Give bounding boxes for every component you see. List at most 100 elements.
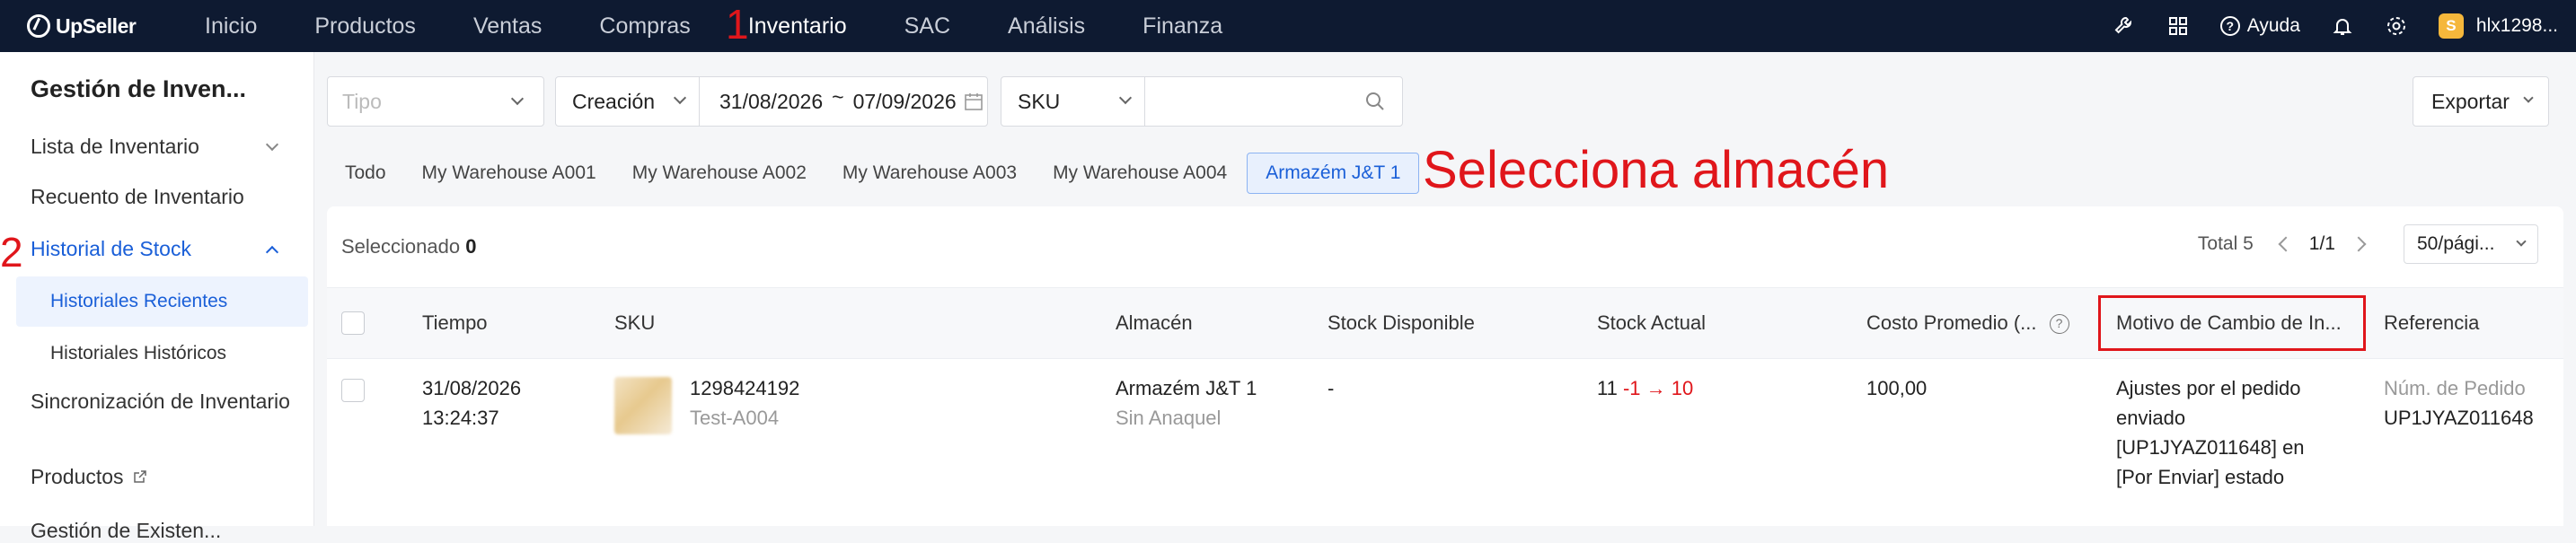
- search-input[interactable]: [1145, 76, 1364, 127]
- sidebar-item-lista-inventario[interactable]: Lista de Inventario: [31, 135, 300, 159]
- row-checkbox[interactable]: [341, 379, 365, 402]
- bell-icon[interactable]: [2331, 14, 2354, 38]
- header-stock-actual: Stock Actual: [1597, 311, 1707, 334]
- export-button[interactable]: Exportar: [2413, 76, 2549, 127]
- top-navigation-bar: UpSeller Inicio Productos Ventas Compras…: [0, 0, 2576, 52]
- header-almacen: Almacén: [1116, 311, 1193, 334]
- date-filter: Creación 31/08/2026 ~ 07/09/2026: [555, 76, 988, 127]
- sidebar-item-label: Productos: [31, 465, 124, 488]
- wrench-icon[interactable]: [2113, 14, 2136, 38]
- search-field-label: SKU: [1018, 89, 1061, 113]
- row-ref-label: Núm. de Pedido: [2384, 377, 2526, 399]
- sidebar: Gestión de Inven... Lista de Inventario …: [0, 52, 314, 542]
- nav-finanza[interactable]: Finanza: [1142, 13, 1222, 39]
- nav-analisis[interactable]: Análisis: [1008, 13, 1085, 39]
- sku-search: SKU: [1001, 76, 1403, 127]
- next-page-icon[interactable]: [2351, 236, 2367, 252]
- help-label: Ayuda: [2246, 15, 2300, 36]
- date-type-label: Creación: [572, 89, 656, 113]
- nav-ventas[interactable]: Ventas: [473, 13, 542, 39]
- export-label: Exportar: [2431, 89, 2510, 113]
- header-motivo-cambio: Motivo de Cambio de In...: [2116, 311, 2342, 334]
- nav-inventario[interactable]: Inventario: [748, 13, 847, 39]
- date-separator: ~: [832, 84, 844, 109]
- help-icon: ?: [2219, 16, 2240, 36]
- row-ref-value[interactable]: UP1JYAZ011648: [2384, 403, 2534, 433]
- sidebar-item-historiales-historicos[interactable]: Historiales Históricos: [16, 328, 308, 379]
- sidebar-title: Gestión de Inven...: [31, 75, 247, 102]
- row-motivo-line: [Por Enviar] estado: [2116, 466, 2285, 488]
- total-count: Total 5: [2197, 233, 2254, 254]
- external-link-icon: [134, 470, 146, 483]
- row-motivo-line: Ajustes por el pedido: [2116, 377, 2301, 399]
- row-motivo-line: enviado: [2116, 407, 2186, 429]
- header-referencia: Referencia: [2384, 311, 2480, 334]
- search-icon[interactable]: [1364, 91, 1386, 112]
- page-size-select[interactable]: 50/pági...: [2404, 224, 2538, 264]
- nav-sac[interactable]: SAC: [904, 13, 950, 39]
- row-stock-before: 11: [1597, 377, 1618, 399]
- chevron-down-icon: [265, 137, 279, 152]
- annotation-selecciona-almacen: Selecciona almacén: [1423, 141, 1890, 199]
- table-header: Tiempo SKU Almacén Stock Disponible Stoc…: [327, 287, 2563, 359]
- tipo-placeholder: Tipo: [342, 89, 382, 113]
- chevron-down-icon: [510, 92, 525, 106]
- question-icon[interactable]: ?: [2049, 314, 2069, 335]
- tab-warehouse-a001[interactable]: My Warehouse A001: [404, 153, 614, 194]
- tab-todo[interactable]: Todo: [327, 153, 404, 194]
- sidebar-item-historial-stock[interactable]: Historial de Stock: [31, 237, 300, 261]
- sidebar-item-gestion[interactable]: Gestión de Existen...: [31, 519, 221, 543]
- selected-summary: Seleccionado 0: [341, 235, 476, 258]
- row-date: 31/08/2026: [422, 377, 522, 399]
- row-time: 13:24:37: [422, 407, 499, 429]
- sidebar-item-label: Historial de Stock: [31, 237, 191, 260]
- sidebar-item-recuento[interactable]: Recuento de Inventario: [31, 185, 244, 209]
- sidebar-item-historiales-recientes[interactable]: Historiales Recientes: [16, 276, 308, 327]
- page-size-label: 50/pági...: [2417, 233, 2495, 254]
- gear-icon[interactable]: [2385, 14, 2408, 38]
- user-menu[interactable]: S hlx1298...: [2438, 13, 2558, 39]
- help-button[interactable]: ? Ayuda: [2219, 15, 2300, 37]
- topbar-right-tools: ? Ayuda S hlx1298...: [2113, 0, 2576, 52]
- sidebar-item-sincronizacion[interactable]: Sincronización de Inventario: [31, 390, 290, 414]
- select-all-checkbox[interactable]: [341, 311, 365, 335]
- row-stock-change: -1 → 10: [1622, 377, 1694, 399]
- stock-history-panel: Seleccionado 0 Total 5 1/1 50/pági... Ti…: [327, 206, 2563, 526]
- date-type-select[interactable]: Creación: [556, 76, 700, 127]
- tab-warehouse-a002[interactable]: My Warehouse A002: [614, 153, 825, 194]
- table-row: 31/08/2026 13:24:37 1298424192 Test-A004…: [327, 359, 2563, 526]
- row-sku-name: Test-A004: [690, 407, 780, 429]
- product-thumbnail[interactable]: [614, 377, 672, 434]
- upseller-logo[interactable]: UpSeller: [27, 14, 180, 39]
- row-motivo: Ajustes por el pedido enviado [UP1JYAZ01…: [2116, 373, 2305, 492]
- chevron-down-icon: [673, 91, 687, 105]
- selected-label: Seleccionado: [341, 235, 461, 258]
- search-field-select[interactable]: SKU: [1001, 76, 1145, 127]
- avatar: S: [2438, 13, 2464, 39]
- tipo-select[interactable]: Tipo: [327, 76, 544, 127]
- row-stock-disponible: -: [1328, 377, 1335, 399]
- page-indicator: 1/1: [2308, 233, 2335, 254]
- annotation-step-2: 2: [0, 229, 23, 276]
- tab-armazem-jt-1[interactable]: Armazém J&T 1: [1247, 153, 1420, 194]
- date-range-input[interactable]: 31/08/2026 ~ 07/09/2026: [700, 85, 984, 118]
- pagination: Total 5 1/1 50/pági...: [2198, 224, 2538, 264]
- row-sku-id[interactable]: 1298424192: [690, 373, 799, 403]
- annotation-step-1: 1: [726, 1, 749, 48]
- row-stock-actual: 11 -1 → 10: [1597, 373, 1693, 403]
- tab-warehouse-a003[interactable]: My Warehouse A003: [825, 153, 1035, 194]
- row-costo: 100,00: [1866, 377, 1928, 399]
- nav-compras[interactable]: Compras: [599, 13, 690, 39]
- row-motivo-line: [UP1JYAZ011648] en: [2116, 436, 2305, 459]
- chevron-up-icon: [265, 245, 279, 259]
- main-content: Tipo Creación 31/08/2026 ~ 07/09/2026 SK…: [314, 52, 2576, 526]
- tab-warehouse-a004[interactable]: My Warehouse A004: [1035, 153, 1245, 194]
- sidebar-item-productos[interactable]: Productos: [31, 465, 147, 489]
- header-tiempo: Tiempo: [422, 311, 488, 334]
- prev-page-icon[interactable]: [2278, 236, 2294, 252]
- filter-bar: Tipo Creación 31/08/2026 ~ 07/09/2026 SK…: [327, 76, 1403, 127]
- apps-grid-icon[interactable]: [2166, 14, 2190, 38]
- nav-inicio[interactable]: Inicio: [205, 13, 257, 39]
- row-warehouse: Armazém J&T 1: [1116, 377, 1257, 399]
- nav-productos[interactable]: Productos: [314, 13, 416, 39]
